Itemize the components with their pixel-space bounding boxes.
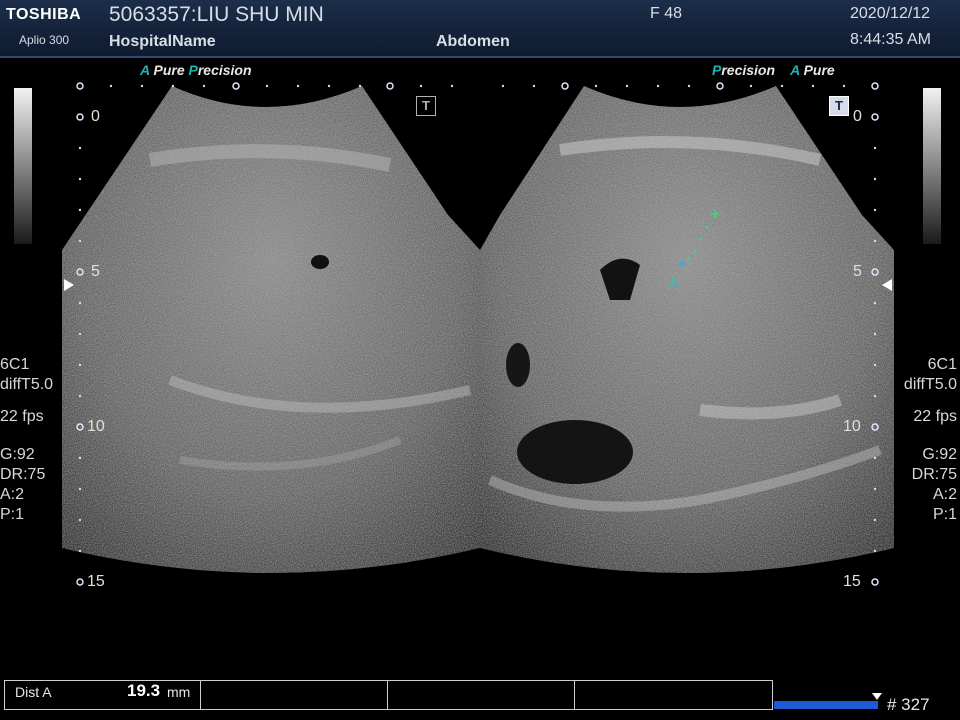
- dynamic-range-label: DR:75: [911, 466, 957, 483]
- measurement-cell-dist-a[interactable]: Dist A 19.3 mm: [5, 681, 201, 709]
- probe-label: 6C1: [0, 356, 30, 373]
- mode-label: diffT5.0: [903, 376, 957, 393]
- right-ultrasound-image: [480, 86, 894, 573]
- left-depth-10: 10: [87, 418, 105, 435]
- caliper-label: A: [669, 275, 678, 290]
- measurement-cell-empty: [388, 681, 575, 709]
- mode-label: diffT5.0: [0, 376, 54, 393]
- probe-label: 6C1: [927, 356, 957, 373]
- gain-label: G:92: [922, 446, 957, 463]
- left-depth-5: 5: [91, 263, 100, 280]
- measurement-cell-empty: [575, 681, 772, 709]
- measurement-unit: mm: [167, 684, 191, 700]
- left-t-icon[interactable]: T: [416, 96, 436, 116]
- measurement-panel: Dist A 19.3 mm: [4, 680, 773, 710]
- right-mode-tag: Precision A Pure: [712, 62, 835, 78]
- right-depth-10: 10: [843, 418, 861, 435]
- right-grayscale-bar: [923, 88, 941, 244]
- right-t-icon[interactable]: T: [829, 96, 849, 116]
- fps-label: 22 fps: [913, 408, 957, 425]
- top-scale-dots: [76, 82, 879, 90]
- left-grayscale-bar: [14, 88, 32, 244]
- right-depth-0: 0: [853, 108, 862, 125]
- left-params-panel: 6C1 diffT5.0 22 fps G:92 DR:75 A:2 P:1: [0, 355, 53, 525]
- measurement-value: 19.3: [127, 681, 161, 700]
- p-param-label: P:1: [0, 506, 25, 523]
- ultrasound-dual-view: [62, 82, 894, 586]
- a-param-label: A:2: [0, 486, 25, 503]
- p-param-label: P:1: [932, 506, 957, 523]
- left-depth-0: 0: [91, 108, 100, 125]
- cine-position-marker[interactable]: [872, 693, 882, 700]
- dynamic-range-label: DR:75: [0, 466, 46, 483]
- right-depth-15: 15: [843, 573, 861, 590]
- measurement-label: Dist A: [15, 684, 52, 700]
- right-params-panel: 6C1 diffT5.0 22 fps G:92 DR:75 A:2 P:1: [904, 355, 957, 525]
- left-ultrasound-image: [62, 86, 480, 573]
- frame-counter: # 327: [887, 695, 930, 714]
- left-mode-tag: A Pure Precision: [140, 62, 252, 78]
- cine-progress-bar[interactable]: [774, 701, 878, 709]
- gain-label: G:92: [0, 446, 35, 463]
- a-param-label: A:2: [932, 486, 957, 503]
- fps-label: 22 fps: [0, 408, 44, 425]
- measurement-cell-empty: [201, 681, 388, 709]
- left-depth-15: 15: [87, 573, 105, 590]
- right-depth-5: 5: [853, 263, 862, 280]
